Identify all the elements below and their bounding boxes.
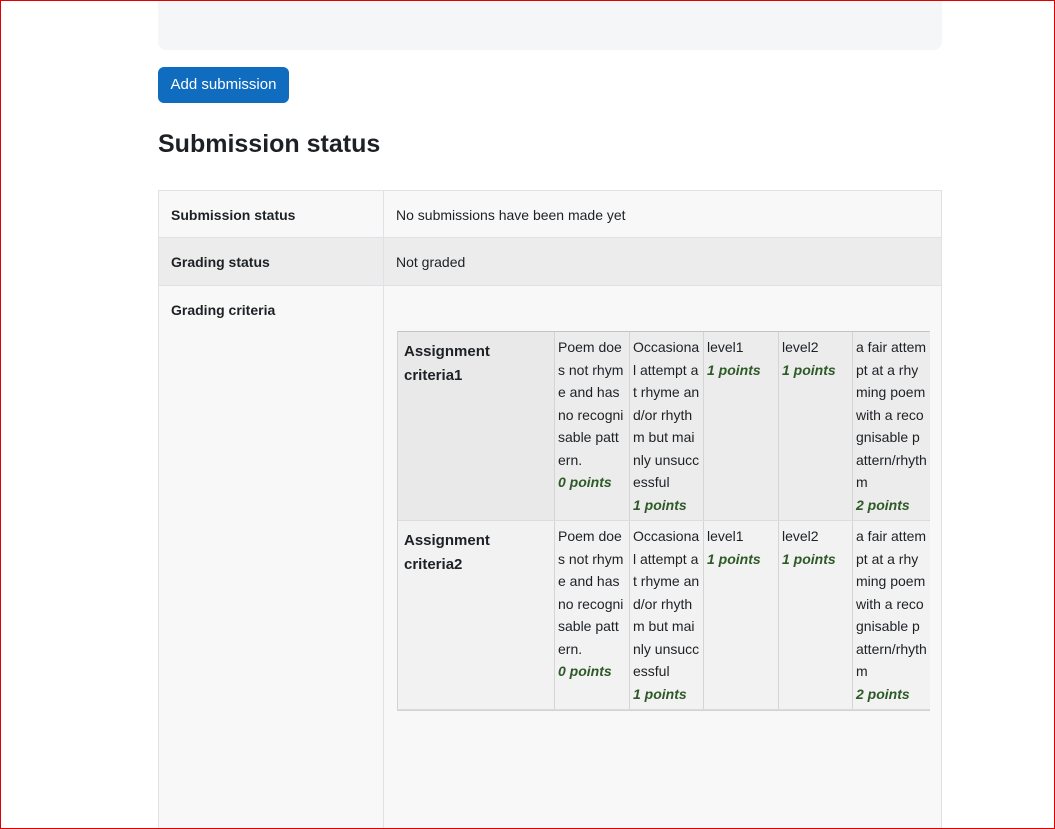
rubric-level: a fair attempt at a rhyming poem with a … <box>853 332 930 520</box>
rubric-level: level2 1 points <box>779 332 853 520</box>
criterion-name: Assignment criteria1 <box>398 332 555 520</box>
level-definition: Occasional attempt at rhyme and/or rhyth… <box>633 339 700 490</box>
status-label: Submission status <box>159 191 384 237</box>
status-row-submission: Submission status No submissions have be… <box>159 191 941 238</box>
rubric-level: Poem does not rhyme and has no recognisa… <box>555 521 630 709</box>
rubric-level: Occasional attempt at rhyme and/or rhyth… <box>630 521 704 709</box>
rubric-level: Occasional attempt at rhyme and/or rhyth… <box>630 332 704 520</box>
level-points: 1 points <box>707 550 761 567</box>
submission-status-table: Submission status No submissions have be… <box>158 190 942 828</box>
criterion-name: Assignment criteria2 <box>398 521 555 709</box>
rubric-criterion-row: Assignment criteria1 Poem does not rhyme… <box>398 332 930 521</box>
rubric-table: Assignment criteria1 Poem does not rhyme… <box>397 331 930 711</box>
status-value: Not graded <box>396 254 466 270</box>
level-definition: a fair attempt at a rhyming poem with a … <box>856 528 927 679</box>
level-points: 1 points <box>707 361 761 378</box>
page-frame: Add submission Submission status Submiss… <box>0 0 1055 829</box>
status-label: Grading status <box>159 238 384 285</box>
status-label: Grading criteria <box>159 286 384 828</box>
level-definition: level2 <box>782 339 819 355</box>
level-points: 1 points <box>633 496 687 513</box>
status-row-grading: Grading status Not graded <box>159 238 941 286</box>
level-points: 2 points <box>856 496 910 513</box>
level-definition: level1 <box>707 339 744 355</box>
status-row-grading-criteria: Grading criteria Assignment criteria1 Po… <box>159 286 941 828</box>
rubric-level: level2 1 points <box>779 521 853 709</box>
level-definition: Occasional attempt at rhyme and/or rhyth… <box>633 528 700 679</box>
level-points: 2 points <box>856 685 910 702</box>
level-points: 0 points <box>558 663 612 679</box>
level-definition: a fair attempt at a rhyming poem with a … <box>856 339 927 490</box>
rubric-level: a fair attempt at a rhyming poem with a … <box>853 521 930 709</box>
level-definition: level2 <box>782 528 819 544</box>
level-points: 0 points <box>558 474 612 490</box>
rubric-level: level1 1 points <box>704 521 779 709</box>
top-panel <box>158 1 942 50</box>
level-definition: level1 <box>707 528 744 544</box>
rubric-criterion-row: Assignment criteria2 Poem does not rhyme… <box>398 521 930 710</box>
page-title: Submission status <box>158 130 381 158</box>
add-submission-button[interactable]: Add submission <box>158 67 289 103</box>
level-definition: Poem does not rhyme and has no recognisa… <box>558 339 624 468</box>
level-points: 1 points <box>782 361 836 378</box>
level-definition: Poem does not rhyme and has no recognisa… <box>558 528 624 657</box>
status-value: No submissions have been made yet <box>396 207 626 223</box>
rubric-level: level1 1 points <box>704 332 779 520</box>
level-points: 1 points <box>633 685 687 702</box>
rubric-level: Poem does not rhyme and has no recognisa… <box>555 332 630 520</box>
level-points: 1 points <box>782 550 836 567</box>
